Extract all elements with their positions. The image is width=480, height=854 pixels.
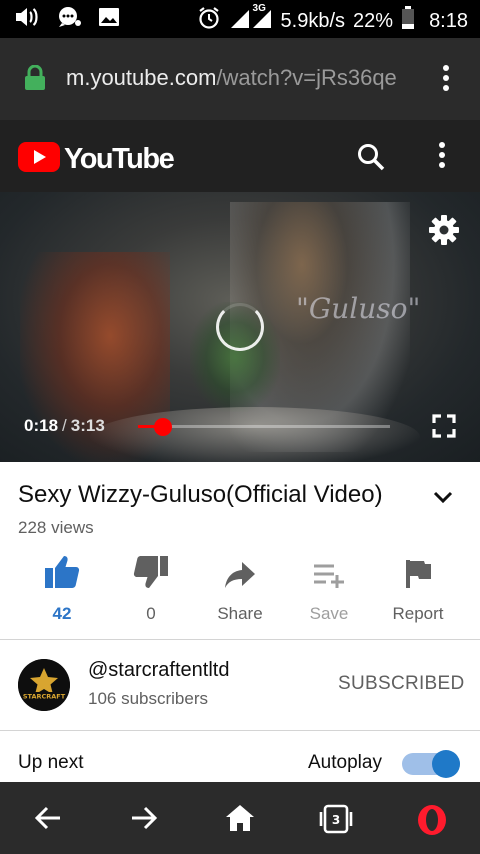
chat-icon: [56, 6, 82, 33]
opera-icon[interactable]: [416, 804, 448, 841]
battery-percent: 22%: [353, 10, 394, 32]
divider: [0, 639, 480, 640]
playlist-add-icon: [313, 563, 345, 594]
progress-bar[interactable]: [138, 417, 390, 436]
tabs-icon[interactable]: 3: [318, 804, 354, 839]
forward-arrow-icon[interactable]: [130, 804, 158, 837]
fullscreen-icon[interactable]: [432, 414, 456, 443]
youtube-menu-icon[interactable]: [436, 140, 448, 175]
url-path: /watch?v=jRs36qe: [216, 65, 397, 90]
autoplay-toggle[interactable]: [402, 750, 460, 778]
youtube-header: YouTube: [0, 120, 480, 192]
chevron-down-icon[interactable]: [432, 486, 454, 513]
save-label: Save: [309, 604, 349, 623]
channel-avatar[interactable]: STARCRAFT: [18, 659, 70, 711]
thumbs-up-icon: [44, 555, 80, 594]
video-timecode: 0:18/3:13: [24, 416, 105, 436]
settings-icon[interactable]: [428, 214, 460, 251]
time-separator: /: [62, 416, 67, 435]
status-bar: 3G 5.9kb/s 22% 8:18: [0, 0, 480, 38]
youtube-wordmark: YouTube: [64, 143, 175, 175]
share-icon: [224, 561, 256, 594]
browser-bottom-bar: 3: [0, 782, 480, 854]
youtube-logo[interactable]: YouTube: [18, 142, 175, 177]
duration: 3:13: [70, 416, 105, 435]
lock-icon: [24, 64, 46, 96]
save-button[interactable]: Save: [285, 556, 373, 624]
thumbs-down-icon: [133, 555, 169, 594]
browser-menu-icon[interactable]: [440, 64, 452, 97]
up-next-heading: Up next: [18, 752, 84, 773]
browser-address-bar: m.youtube.com/watch?v=jRs36qe: [0, 38, 480, 120]
view-count: 228 views: [18, 518, 94, 537]
divider: [0, 730, 480, 731]
search-icon[interactable]: [356, 142, 386, 177]
action-bar: 42 0 Share Save Report: [0, 556, 480, 634]
volume-icon: [14, 6, 40, 33]
dislike-button[interactable]: 0: [107, 556, 195, 624]
youtube-play-logo-icon: [18, 142, 60, 177]
image-icon: [98, 7, 120, 32]
scrubber-handle[interactable]: [154, 417, 173, 436]
flag-icon: [404, 559, 432, 594]
url-field[interactable]: m.youtube.com/watch?v=jRs36qe: [66, 65, 422, 91]
network-type: 3G: [252, 3, 266, 14]
subscribed-button[interactable]: SUBSCRIBED: [338, 673, 465, 695]
video-frame-table: [90, 407, 420, 462]
like-count: 42: [52, 604, 72, 623]
avatar-text: STARCRAFT: [23, 693, 66, 701]
back-arrow-icon[interactable]: [34, 804, 62, 837]
loading-spinner-icon: [216, 303, 264, 351]
like-button[interactable]: 42: [18, 556, 106, 624]
share-button[interactable]: Share: [196, 556, 284, 624]
signal-icon: 3G: [229, 3, 273, 36]
autoplay-label: Autoplay: [308, 752, 382, 773]
dislike-count: 0: [146, 604, 156, 623]
network-speed: 5.9kb/s: [280, 10, 346, 32]
clock: 8:18: [429, 10, 468, 32]
report-label: Report: [392, 604, 444, 623]
toggle-knob: [432, 750, 460, 778]
video-watermark: "Guluso": [296, 292, 421, 325]
url-host: m.youtube.com: [66, 65, 217, 90]
video-title: Sexy Wizzy-Guluso(Official Video): [18, 481, 383, 508]
alarm-icon: [197, 6, 221, 36]
current-time: 0:18: [24, 416, 59, 435]
subscriber-count: 106 subscribers: [88, 689, 209, 708]
report-button[interactable]: Report: [374, 556, 462, 624]
battery-icon: [401, 6, 415, 36]
channel-name[interactable]: @starcraftentltd: [88, 659, 229, 682]
video-player[interactable]: "Guluso" 0:18/3:13: [0, 192, 480, 462]
share-label: Share: [217, 604, 263, 623]
home-icon[interactable]: [225, 804, 255, 837]
tabs-count: 3: [332, 813, 340, 827]
